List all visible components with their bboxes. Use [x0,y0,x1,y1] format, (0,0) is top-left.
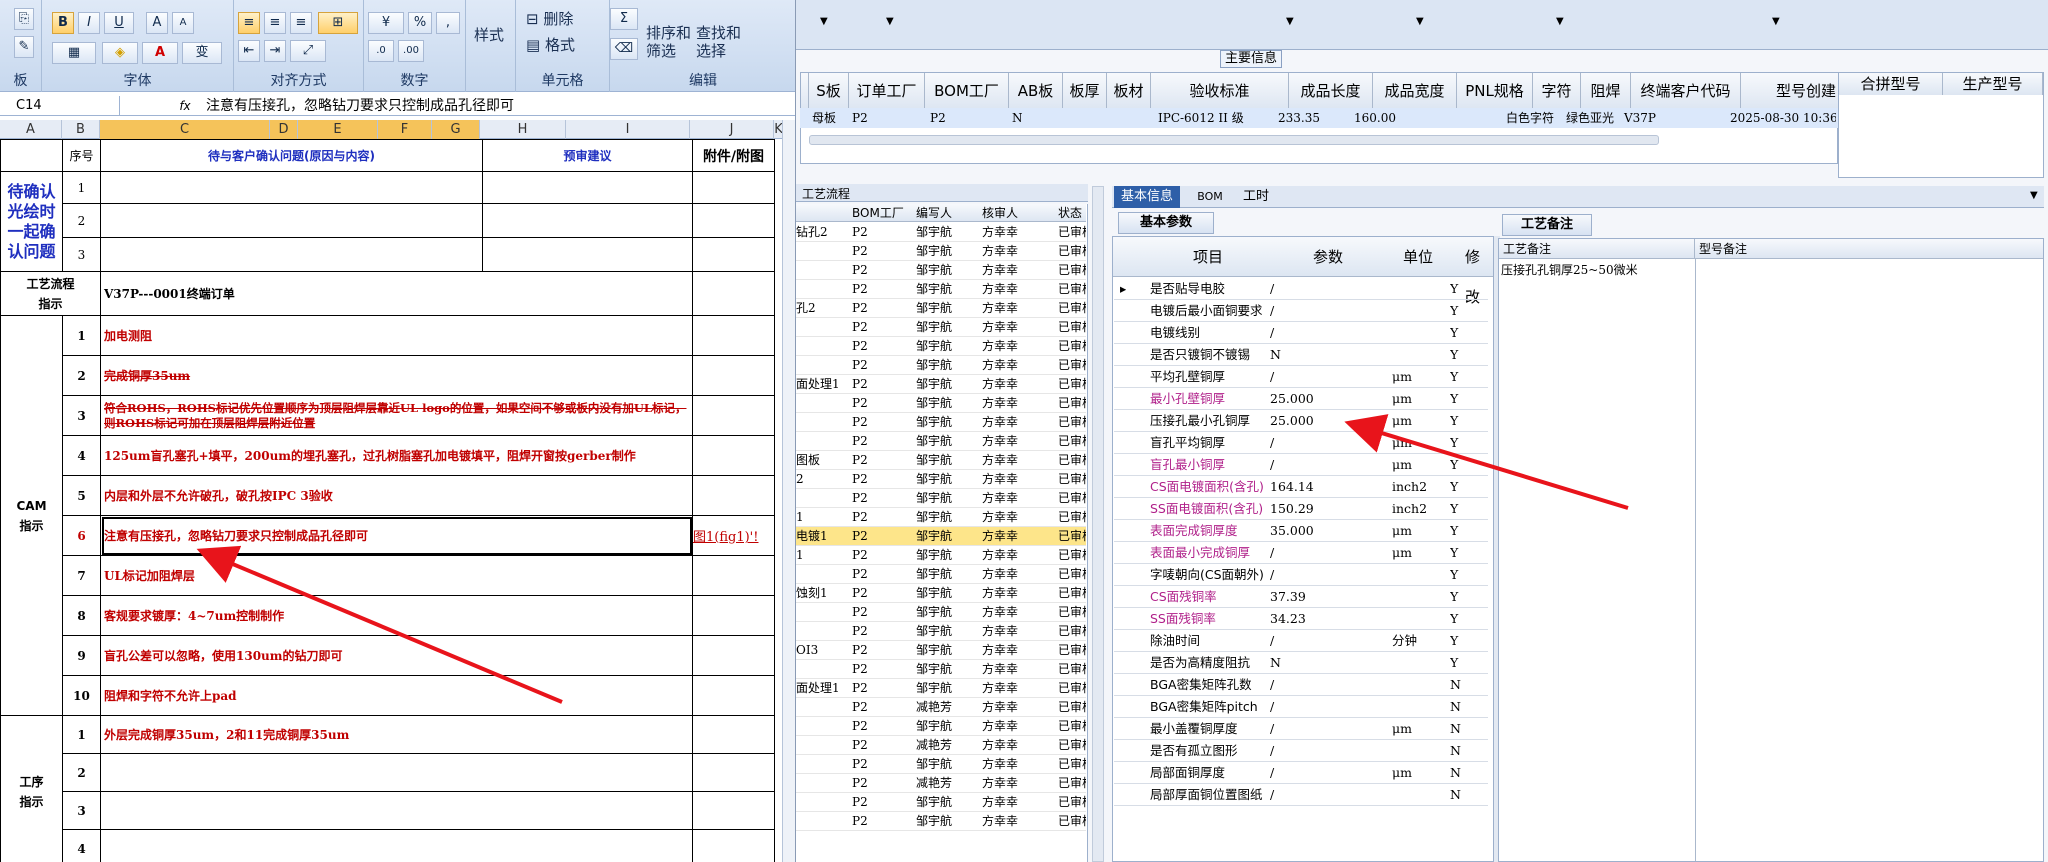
annotation-arrows [196,414,1629,704]
arrow-to-cam-row-6 [196,545,563,704]
arrow-to-press-fit-param [1344,414,1629,510]
